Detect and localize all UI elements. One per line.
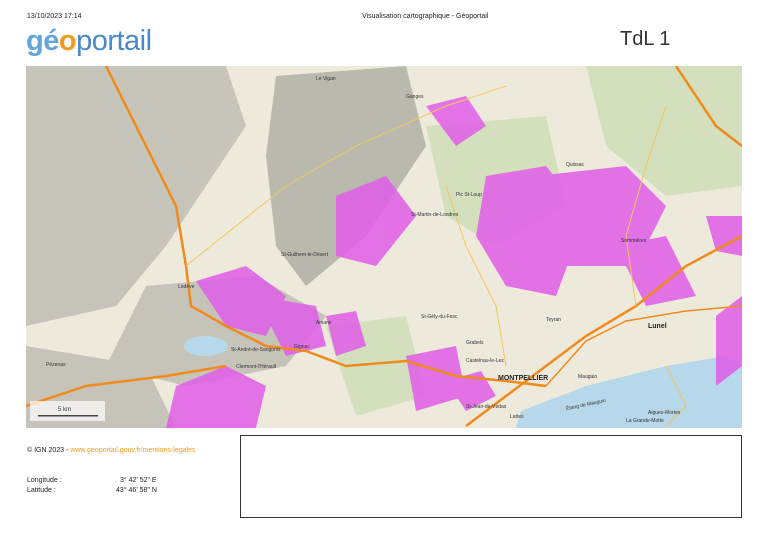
- place-label: Grabels: [466, 340, 484, 346]
- map-view[interactable]: Le Vigan Ganges St-Martin-de-Londres Lod…: [26, 66, 742, 428]
- geoportail-logo: géoportail: [26, 25, 152, 57]
- credits: © IGN 2023 - www.geoportail.gouv.fr/ment…: [27, 447, 195, 454]
- place-label: La Grande-Motte: [626, 418, 664, 424]
- legal-link[interactable]: www.geoportail.gouv.fr/mentions-legales: [70, 447, 195, 454]
- place-label: Lodève: [178, 284, 195, 290]
- place-label: Pic St-Loup: [456, 192, 482, 198]
- place-label: St-Guilhem-le-Désert: [281, 252, 329, 258]
- place-label: St-Jean-de-Védas: [466, 404, 507, 410]
- place-label: Castelnau-le-Lez: [466, 358, 504, 364]
- document-title: Visualisation cartographique - Géoportai…: [362, 13, 489, 20]
- place-label: Gignac: [294, 344, 310, 350]
- place-label: Lattes: [510, 414, 524, 420]
- latitude-label: Latitude :: [27, 487, 56, 494]
- place-label: Clermont-l'Hérault: [236, 364, 277, 370]
- place-label: Ganges: [406, 94, 424, 100]
- copyright: © IGN 2023 -: [27, 447, 71, 454]
- place-label: St-André-de-Sangonis: [231, 347, 281, 353]
- place-label: Quissac: [566, 162, 585, 168]
- place-label: St-Gély-du-Fesc: [421, 314, 458, 320]
- place-label: Mauguio: [578, 374, 597, 380]
- scale-bar: 5 km: [30, 401, 105, 421]
- print-title: TdL 1: [620, 28, 671, 50]
- place-label: Le Vigan: [316, 76, 336, 82]
- place-label: St-Martin-de-Londres: [411, 212, 459, 218]
- longitude-label: Longitude :: [27, 477, 62, 484]
- place-label: Teyran: [546, 317, 561, 323]
- latitude-value: 43° 46' 58" N: [116, 487, 157, 494]
- scale-label: 5 km: [58, 407, 71, 413]
- place-label: Lunel: [648, 323, 667, 330]
- place-label: Pézenas: [46, 362, 66, 368]
- notes-box: [240, 435, 742, 518]
- place-label: Aniane: [316, 320, 332, 326]
- place-label: Aigues-Mortes: [648, 410, 681, 416]
- print-date: 13/10/2023 17:14: [27, 13, 82, 20]
- place-label: MONTPELLIER: [498, 375, 548, 382]
- place-label: Sommières: [621, 238, 647, 244]
- longitude-value: 3° 42' 52" E: [120, 477, 157, 484]
